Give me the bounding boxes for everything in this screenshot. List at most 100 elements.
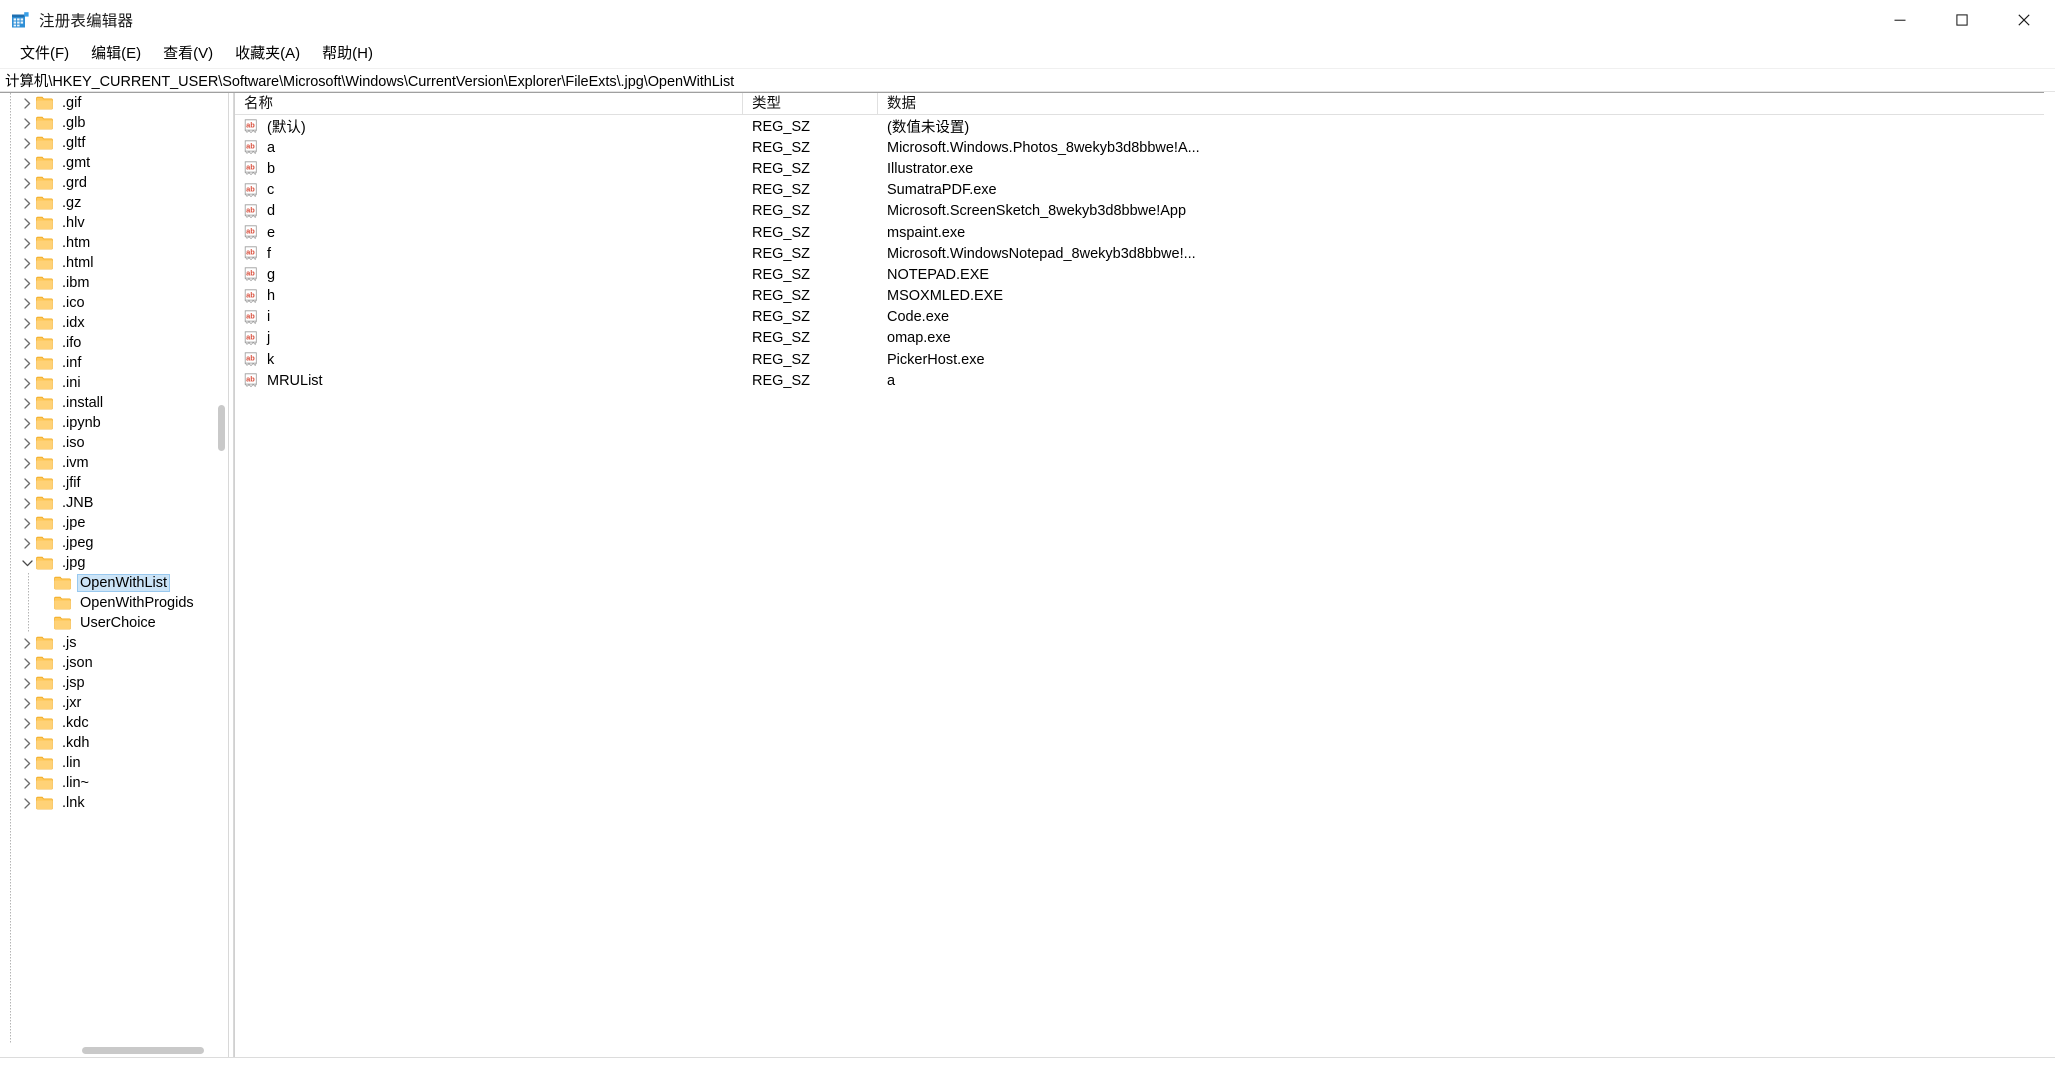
maximize-button[interactable] [1931, 0, 1993, 40]
table-row[interactable]: ab(默认)REG_SZ(数值未设置) [235, 116, 2055, 137]
tree-item-ini[interactable]: .ini [0, 373, 227, 393]
chevron-right-icon[interactable] [18, 518, 36, 529]
table-row[interactable]: abiREG_SZCode.exe [235, 307, 2055, 328]
tree-vertical-scroll-thumb[interactable] [218, 405, 225, 451]
chevron-right-icon[interactable] [18, 298, 36, 309]
chevron-right-icon[interactable] [18, 118, 36, 129]
chevron-right-icon[interactable] [18, 98, 36, 109]
menu-help[interactable]: 帮助(H) [311, 44, 384, 64]
chevron-right-icon[interactable] [18, 718, 36, 729]
column-header-name[interactable]: 名称 [235, 93, 743, 115]
tree-item-gz[interactable]: .gz [0, 193, 227, 213]
chevron-right-icon[interactable] [18, 498, 36, 509]
menu-favorites[interactable]: 收藏夹(A) [224, 44, 311, 64]
table-row[interactable]: abbREG_SZIllustrator.exe [235, 158, 2055, 179]
chevron-right-icon[interactable] [18, 658, 36, 669]
tree-item-jpe[interactable]: .jpe [0, 513, 227, 533]
tree-item-ico[interactable]: .ico [0, 293, 227, 313]
table-row[interactable]: abhREG_SZMSOXMLED.EXE [235, 286, 2055, 307]
tree-item-ivm[interactable]: .ivm [0, 453, 227, 473]
chevron-right-icon[interactable] [18, 138, 36, 149]
tree-item-hlv[interactable]: .hlv [0, 213, 227, 233]
chevron-right-icon[interactable] [18, 398, 36, 409]
tree-item-install[interactable]: .install [0, 393, 227, 413]
tree-horizontal-scrollbar[interactable] [0, 1043, 227, 1057]
tree-item-gmt[interactable]: .gmt [0, 153, 227, 173]
table-row[interactable]: abdREG_SZMicrosoft.ScreenSketch_8wekyb3d… [235, 201, 2055, 222]
table-row[interactable]: abaREG_SZMicrosoft.Windows.Photos_8wekyb… [235, 137, 2055, 158]
tree-item-openwithlist[interactable]: OpenWithList [0, 573, 227, 593]
table-row[interactable]: abeREG_SZmspaint.exe [235, 222, 2055, 243]
registry-tree[interactable]: .gif.glb.gltf.gmt.grd.gz.hlv.htm.html.ib… [0, 93, 227, 1057]
table-row[interactable]: abcREG_SZSumatraPDF.exe [235, 180, 2055, 201]
table-row[interactable]: abjREG_SZomap.exe [235, 328, 2055, 349]
minimize-button[interactable] [1869, 0, 1931, 40]
menu-file[interactable]: 文件(F) [9, 44, 80, 64]
chevron-right-icon[interactable] [18, 638, 36, 649]
chevron-right-icon[interactable] [18, 418, 36, 429]
chevron-right-icon[interactable] [18, 698, 36, 709]
chevron-right-icon[interactable] [18, 338, 36, 349]
tree-vertical-scrollbar[interactable] [216, 93, 227, 1057]
tree-item-idx[interactable]: .idx [0, 313, 227, 333]
chevron-right-icon[interactable] [18, 378, 36, 389]
chevron-right-icon[interactable] [18, 278, 36, 289]
chevron-down-icon[interactable] [18, 559, 36, 568]
chevron-right-icon[interactable] [18, 758, 36, 769]
tree-item-lin[interactable]: .lin [0, 753, 227, 773]
chevron-right-icon[interactable] [18, 318, 36, 329]
tree-item-openwithprogids[interactable]: OpenWithProgids [0, 593, 227, 613]
table-row[interactable]: abkREG_SZPickerHost.exe [235, 349, 2055, 370]
tree-item-ipynb[interactable]: .ipynb [0, 413, 227, 433]
chevron-right-icon[interactable] [18, 218, 36, 229]
tree-item-jnb[interactable]: .JNB [0, 493, 227, 513]
tree-item-json[interactable]: .json [0, 653, 227, 673]
tree-item-lnk[interactable]: .lnk [0, 793, 227, 813]
chevron-right-icon[interactable] [18, 458, 36, 469]
table-row[interactable]: abMRUListREG_SZa [235, 370, 2055, 391]
column-header-data[interactable]: 数据 [878, 93, 2055, 115]
chevron-right-icon[interactable] [18, 198, 36, 209]
chevron-right-icon[interactable] [18, 438, 36, 449]
chevron-right-icon[interactable] [18, 158, 36, 169]
tree-horizontal-scroll-thumb[interactable] [82, 1047, 204, 1054]
tree-item-gif[interactable]: .gif [0, 93, 227, 113]
tree-item-lin-[interactable]: .lin~ [0, 773, 227, 793]
registry-values-list[interactable]: ab(默认)REG_SZ(数值未设置)abaREG_SZMicrosoft.Wi… [235, 115, 2055, 391]
chevron-right-icon[interactable] [18, 258, 36, 269]
tree-item-inf[interactable]: .inf [0, 353, 227, 373]
tree-item-userchoice[interactable]: UserChoice [0, 613, 227, 633]
chevron-right-icon[interactable] [18, 678, 36, 689]
chevron-right-icon[interactable] [18, 778, 36, 789]
tree-item-kdh[interactable]: .kdh [0, 733, 227, 753]
tree-item-jpg[interactable]: .jpg [0, 553, 227, 573]
tree-item-jsp[interactable]: .jsp [0, 673, 227, 693]
tree-item-iso[interactable]: .iso [0, 433, 227, 453]
chevron-right-icon[interactable] [18, 738, 36, 749]
tree-item-ibm[interactable]: .ibm [0, 273, 227, 293]
table-row[interactable]: abfREG_SZMicrosoft.WindowsNotepad_8wekyb… [235, 243, 2055, 264]
close-button[interactable] [1993, 0, 2055, 40]
chevron-right-icon[interactable] [18, 798, 36, 809]
menu-view[interactable]: 查看(V) [152, 44, 224, 64]
tree-item-glb[interactable]: .glb [0, 113, 227, 133]
tree-item-jpeg[interactable]: .jpeg [0, 533, 227, 553]
tree-item-grd[interactable]: .grd [0, 173, 227, 193]
address-bar[interactable]: 计算机\HKEY_CURRENT_USER\Software\Microsoft… [0, 68, 2055, 92]
chevron-right-icon[interactable] [18, 178, 36, 189]
tree-item-js[interactable]: .js [0, 633, 227, 653]
window-vertical-scrollbar[interactable] [2044, 92, 2055, 1057]
tree-item-gltf[interactable]: .gltf [0, 133, 227, 153]
tree-item-htm[interactable]: .htm [0, 233, 227, 253]
chevron-right-icon[interactable] [18, 238, 36, 249]
table-row[interactable]: abgREG_SZNOTEPAD.EXE [235, 264, 2055, 285]
tree-item-jxr[interactable]: .jxr [0, 693, 227, 713]
menu-edit[interactable]: 编辑(E) [80, 44, 152, 64]
chevron-right-icon[interactable] [18, 478, 36, 489]
column-header-type[interactable]: 类型 [743, 93, 878, 115]
tree-item-kdc[interactable]: .kdc [0, 713, 227, 733]
tree-item-ifo[interactable]: .ifo [0, 333, 227, 353]
chevron-right-icon[interactable] [18, 538, 36, 549]
chevron-right-icon[interactable] [18, 358, 36, 369]
tree-item-jfif[interactable]: .jfif [0, 473, 227, 493]
